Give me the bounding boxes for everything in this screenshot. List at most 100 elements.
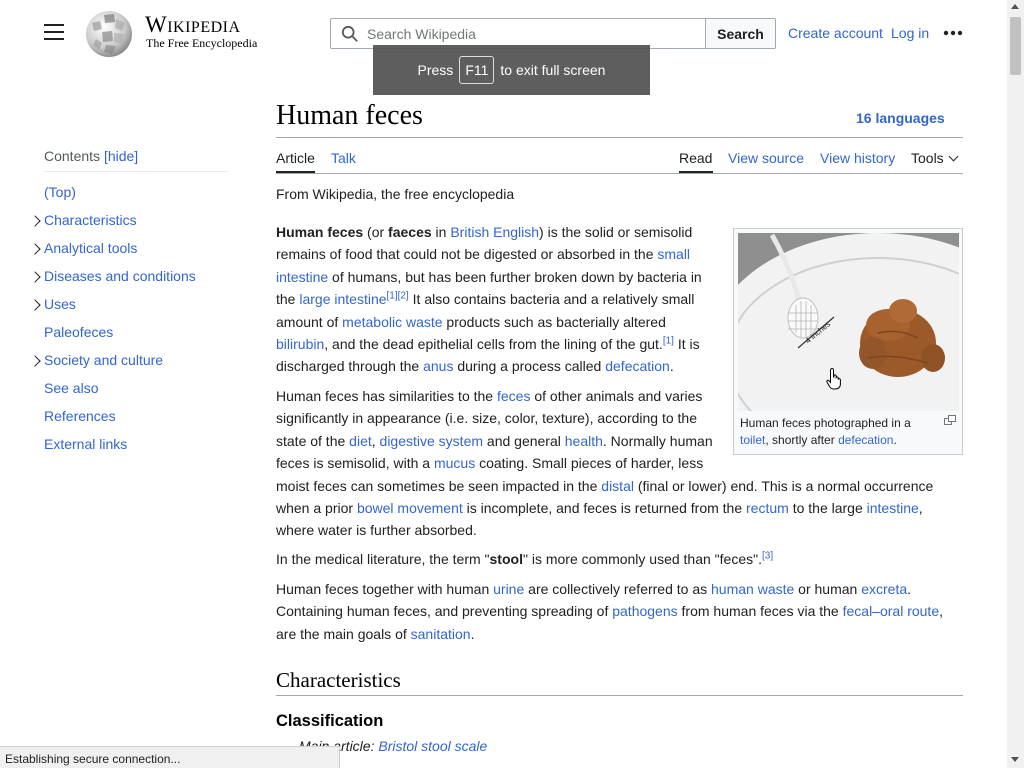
wikipedia-globe-logo[interactable]: [84, 9, 134, 59]
scroll-down-arrow-icon[interactable]: [1011, 757, 1019, 762]
link-intestine-2[interactable]: intestine: [867, 500, 919, 516]
link-bristol-stool-scale[interactable]: Bristol stool scale: [378, 738, 487, 754]
scrollbar-thumb[interactable]: [1010, 17, 1021, 75]
title-divider: [276, 137, 963, 138]
link-diet[interactable]: diet: [349, 433, 372, 449]
link-feces[interactable]: feces: [497, 388, 530, 404]
text: Containing human feces, and preventing s…: [276, 603, 613, 620]
link-bowel-movement[interactable]: bowel movement: [357, 500, 463, 516]
toc-item-references[interactable]: References: [44, 408, 116, 424]
toc-item-paleofeces[interactable]: Paleofeces: [44, 324, 113, 340]
link-small[interactable]: small: [657, 246, 690, 262]
link-defecation[interactable]: defecation: [605, 358, 670, 374]
link-pathogens[interactable]: pathogens: [612, 603, 677, 619]
text: of humans, but has been further broken d…: [328, 268, 702, 285]
text: (or: [363, 224, 389, 240]
text: where water is further absorbed.: [276, 522, 477, 539]
link-large-intestine[interactable]: large intestine: [299, 291, 386, 307]
chevron-right-icon[interactable]: [29, 355, 41, 367]
scrollbar[interactable]: [1007, 0, 1024, 768]
text: are collectively referred to as: [524, 581, 712, 597]
toc-item-top[interactable]: (Top): [44, 184, 76, 200]
term-stool: stool: [489, 551, 523, 567]
toc-hide-button[interactable]: [hide]: [104, 148, 138, 164]
languages-button[interactable]: 16 languages: [856, 110, 945, 126]
toc-title-label: Contents: [44, 148, 101, 164]
toc-title: Contents [hide]: [44, 148, 138, 164]
link-health[interactable]: health: [565, 433, 603, 449]
text: during a process called: [453, 358, 606, 375]
toc-item-characteristics[interactable]: Characteristics: [44, 212, 137, 228]
create-account-link[interactable]: Create account: [788, 25, 883, 41]
fullscreen-notice-suffix: to exit full screen: [500, 62, 606, 78]
chevron-right-icon[interactable]: [29, 299, 41, 311]
tools-menu[interactable]: Tools: [911, 150, 959, 166]
toc-item-analytical-tools[interactable]: Analytical tools: [44, 240, 137, 256]
tab-talk[interactable]: Talk: [331, 150, 356, 166]
link-mucus[interactable]: mucus: [434, 455, 475, 471]
text: .: [907, 581, 912, 597]
f11-key: F11: [459, 56, 495, 84]
text: the: [276, 291, 300, 308]
term-human-feces: Human feces: [276, 224, 364, 240]
link-urine[interactable]: urine: [493, 581, 524, 597]
paragraph-intro: Human feces (or faeces in British Englis…: [276, 221, 716, 378]
search-icon: [341, 25, 358, 42]
text: .: [669, 358, 674, 375]
text: , and the dead epithelial cells from the…: [324, 336, 663, 353]
term-faeces: faeces: [388, 224, 432, 240]
link-excreta[interactable]: excreta: [861, 581, 907, 597]
scroll-up-arrow-icon[interactable]: [1011, 4, 1019, 9]
link-british-english[interactable]: British English: [450, 224, 539, 240]
chevron-right-icon[interactable]: [29, 215, 41, 227]
link-rectum[interactable]: rectum: [746, 500, 789, 516]
citation-1-2[interactable]: [1][2]: [387, 291, 409, 302]
link-distal[interactable]: distal: [601, 478, 634, 494]
link-sanitation[interactable]: sanitation: [411, 626, 471, 642]
text: products such as bacterially altered: [442, 313, 666, 330]
browser-status-bar: Establishing secure connection...: [0, 746, 340, 768]
section-divider: [276, 695, 963, 696]
text: remains of food that could not be digest…: [276, 246, 658, 263]
text: or human: [794, 581, 862, 597]
toc-item-external-links[interactable]: External links: [44, 436, 127, 452]
link-human-waste[interactable]: human waste: [711, 581, 794, 597]
tab-read[interactable]: Read: [679, 150, 712, 166]
text: In the medical literature, the term ": [276, 551, 490, 567]
more-options-icon[interactable]: [943, 26, 963, 40]
search-input[interactable]: [367, 24, 697, 44]
toc-item-society-and-culture[interactable]: Society and culture: [44, 352, 163, 368]
link-anus[interactable]: anus: [423, 358, 453, 374]
link-intestine[interactable]: intestine: [276, 269, 328, 285]
tab-view-history[interactable]: View history: [820, 150, 895, 166]
main-menu-icon[interactable]: [44, 24, 64, 41]
toc-item-see-also[interactable]: See also: [44, 380, 98, 396]
wikipedia-wordmark[interactable]: Wikipedia: [145, 12, 241, 38]
text: coating. Small pieces of harder, less: [475, 455, 704, 472]
citation-1[interactable]: [1]: [663, 335, 674, 346]
search-button[interactable]: Search: [705, 18, 776, 49]
login-link[interactable]: Log in: [891, 25, 929, 41]
text: state of the: [276, 432, 350, 449]
text: . Normally human: [602, 432, 713, 449]
paragraph-stool: In the medical literature, the term "sto…: [276, 548, 956, 570]
paragraph-sanitation: Human feces together with human urine ar…: [276, 578, 966, 645]
text: from human feces via the: [677, 603, 843, 620]
toc-item-uses[interactable]: Uses: [44, 296, 76, 312]
link-metabolic-waste[interactable]: metabolic waste: [342, 314, 442, 330]
text: amount of: [276, 313, 343, 330]
link-fecal-oral-route[interactable]: fecal–oral route: [843, 603, 940, 619]
text: is incomplete, and feces is returned fro…: [462, 500, 747, 517]
fullscreen-notice: Press F11 to exit full screen: [373, 45, 650, 95]
toc-item-diseases-and-conditions[interactable]: Diseases and conditions: [44, 268, 196, 284]
link-digestive-system[interactable]: digestive system: [380, 433, 483, 449]
link-bilirubin[interactable]: bilirubin: [276, 336, 324, 352]
tab-view-source[interactable]: View source: [728, 150, 804, 166]
citation-3[interactable]: [3]: [762, 550, 773, 561]
chevron-right-icon[interactable]: [29, 271, 41, 283]
page-title: Human feces: [276, 100, 423, 131]
text: to the large: [788, 500, 867, 517]
tab-article[interactable]: Article: [276, 150, 315, 166]
chevron-right-icon[interactable]: [29, 243, 41, 255]
text: feces is semisolid, with a: [276, 455, 434, 472]
